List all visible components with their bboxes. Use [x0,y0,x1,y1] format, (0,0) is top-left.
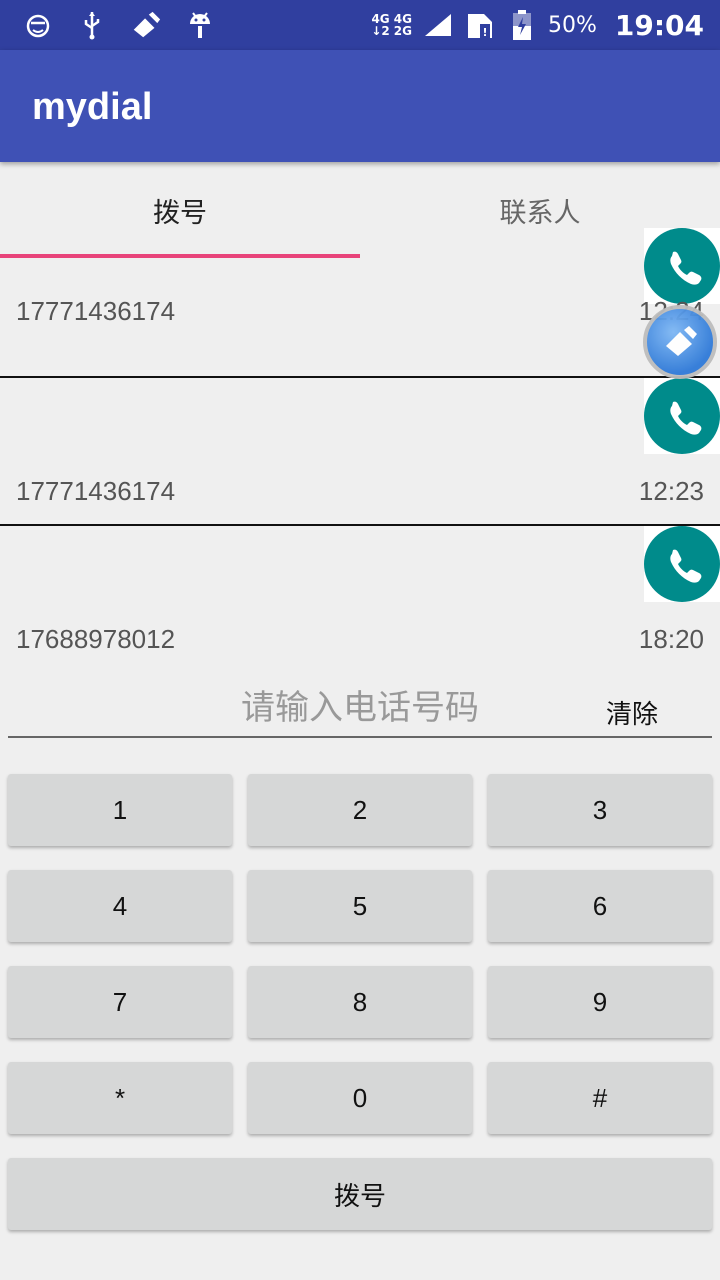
call-time: 18:20 [638,624,704,654]
phone-icon [644,228,720,304]
key-star[interactable]: * [8,1062,232,1134]
status-left-icons [22,8,216,42]
net-right-bottom: 2G [393,24,412,38]
call-number: 17688978012 [16,624,176,654]
dial-button[interactable]: 拨号 [8,1158,712,1230]
status-right-icons: 4G ↓2 4G 2G ! 50% 19:04 [371,6,704,44]
phone-icon [644,526,720,602]
cleaner-icon [130,9,162,41]
sim-icon: ! [464,9,496,41]
status-bar: 4G ↓2 4G 2G ! 50% 19:04 [0,0,720,50]
call-button[interactable] [644,526,720,602]
app-title: mydial [32,86,153,128]
call-log-item[interactable]: 17771436174 12:24 [0,228,720,378]
battery-icon [506,9,538,41]
phone-input-area: 清除 [8,680,712,742]
key-5[interactable]: 5 [248,870,472,942]
call-number: 17771436174 [16,476,176,506]
key-1[interactable]: 1 [8,774,232,846]
call-button[interactable] [644,378,720,454]
network-indicator: 4G ↓2 4G 2G [371,13,412,37]
call-time: 12:23 [638,476,704,506]
call-button[interactable] [644,228,720,304]
face-icon [22,9,54,41]
key-6[interactable]: 6 [488,870,712,942]
battery-percent: 50% [547,12,597,38]
key-8[interactable]: 8 [248,966,472,1038]
key-9[interactable]: 9 [488,966,712,1038]
key-0[interactable]: 0 [248,1062,472,1134]
cleaner-icon [666,326,697,356]
usb-icon [76,9,108,41]
call-log-item[interactable]: 17688978012 18:20 [0,526,720,674]
key-4[interactable]: 4 [8,870,232,942]
call-number: 17771436174 [16,296,176,326]
net-left-bottom: ↓2 [371,24,390,38]
key-2[interactable]: 2 [248,774,472,846]
key-7[interactable]: 7 [8,966,232,1038]
floating-assistant-ball[interactable] [643,305,717,379]
clear-button[interactable]: 清除 [584,690,680,734]
key-hash[interactable]: # [488,1062,712,1134]
key-3[interactable]: 3 [488,774,712,846]
signal-icon [422,9,454,41]
call-log-item[interactable]: 17771436174 12:23 [0,378,720,526]
svg-text:!: ! [482,26,487,39]
phone-icon [644,378,720,454]
app-bar: mydial [0,50,720,162]
clock: 19:04 [614,8,704,42]
android-icon [184,9,216,41]
